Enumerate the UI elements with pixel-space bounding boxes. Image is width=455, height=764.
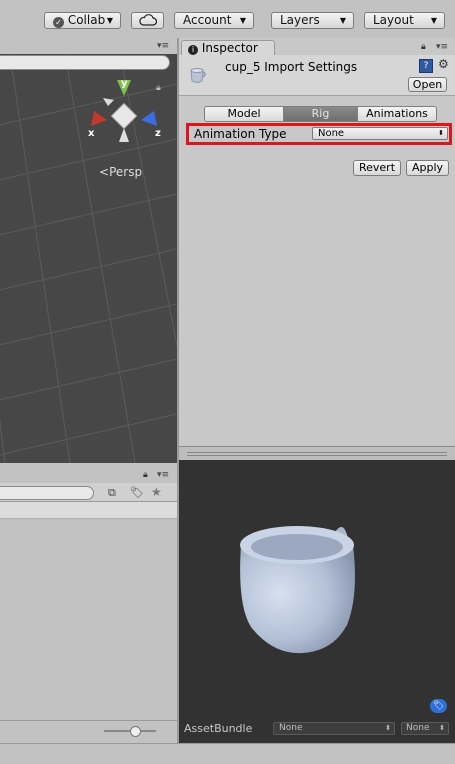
tab-model[interactable]: Model	[204, 106, 284, 122]
project-content-area[interactable]	[0, 519, 177, 719]
cloud-icon	[138, 14, 157, 26]
variant-value: None	[406, 723, 430, 733]
gizmo-x-label: x	[88, 128, 95, 139]
asset-title: cup_5 Import Settings	[225, 60, 358, 74]
check-icon: ✓	[53, 17, 64, 28]
panel-menu-icon[interactable]: ▾≡	[157, 470, 169, 480]
favorites-star-icon[interactable]: ★	[151, 485, 162, 499]
lock-icon[interactable]: 🔒︎	[143, 470, 148, 480]
animation-type-label: Animation Type	[194, 127, 287, 141]
open-button-label: Open	[412, 78, 443, 91]
lock-icon[interactable]: 🔒︎	[156, 83, 161, 93]
tab-inspector[interactable]: i Inspector	[181, 40, 275, 56]
preview-resize-bar[interactable]	[179, 446, 455, 461]
tag-icon[interactable]: 🏷︎	[430, 699, 447, 713]
revert-button-label: Revert	[358, 161, 396, 174]
tab-animations-label: Animations	[366, 107, 428, 120]
gear-icon[interactable]: ⚙	[438, 57, 449, 71]
gizmo-y-label: y	[121, 78, 128, 89]
filter-by-type-icon[interactable]: ⧉	[108, 486, 116, 500]
gizmo-z-label: z	[155, 128, 161, 139]
assetbundle-dropdown[interactable]: None ⬍	[273, 722, 395, 735]
layout-dropdown[interactable]: Layout ▼	[364, 12, 445, 29]
account-label: Account	[183, 13, 232, 27]
assetbundle-value: None	[279, 723, 303, 733]
tab-rig-label: Rig	[311, 107, 330, 120]
tab-model-label: Model	[227, 107, 261, 120]
tab-rig[interactable]: Rig	[283, 106, 358, 122]
collab-label: Collab	[67, 13, 106, 27]
cloud-button[interactable]	[131, 12, 164, 29]
animation-type-dropdown[interactable]: None ⬍	[312, 127, 448, 140]
project-search-field[interactable]	[0, 486, 94, 500]
layers-dropdown[interactable]: Layers ▼	[271, 12, 354, 29]
apply-button-label: Apply	[411, 161, 444, 174]
model-preview[interactable]: 🏷︎ AssetBundle None ⬍ None ⬍	[179, 460, 455, 743]
scene-tab-bar: ▾≡	[0, 38, 177, 54]
dropdown-arrows-icon: ⬍	[385, 724, 391, 732]
cup-model-render	[240, 526, 355, 654]
grip-line	[187, 455, 447, 456]
layers-label: Layers	[280, 13, 320, 27]
project-breadcrumb-row	[0, 502, 177, 519]
layout-label: Layout	[373, 13, 414, 27]
scene-search-field[interactable]	[0, 55, 170, 70]
inspector-panel	[179, 38, 455, 446]
help-book-icon[interactable]: ?	[419, 59, 433, 73]
account-dropdown[interactable]: Account ▼	[174, 12, 254, 29]
persp-text: Persp	[109, 165, 143, 179]
dropdown-arrows-icon: ⬍	[438, 129, 444, 137]
collab-button[interactable]: ✓ Collab ▼	[44, 12, 121, 29]
top-toolbar: ✓ Collab ▼ Account ▼ Layers ▼ Layout ▼	[0, 0, 455, 39]
icon-size-slider-thumb[interactable]	[130, 726, 141, 737]
dropdown-arrow-icon: ▼	[239, 16, 246, 25]
dropdown-arrow-icon: ▼	[339, 16, 346, 25]
dropdown-arrows-icon: ⬍	[439, 724, 445, 732]
persp-label[interactable]: <Persp	[99, 165, 142, 179]
project-panel-header: 🔒︎ ▾≡	[0, 467, 177, 483]
cup-asset-icon	[190, 68, 206, 83]
open-button[interactable]: Open	[408, 77, 447, 92]
lock-icon[interactable]: 🔒︎	[421, 42, 426, 52]
revert-button[interactable]: Revert	[353, 160, 401, 176]
inspector-header: cup_5 Import Settings ? ⚙ Open	[179, 55, 455, 96]
dropdown-arrow-icon: ▼	[106, 16, 113, 25]
animation-type-value: None	[318, 128, 345, 139]
status-bar	[0, 743, 455, 764]
scene-view[interactable]: y x z 🔒︎ <Persp	[0, 54, 177, 463]
panel-menu-icon[interactable]: ▾≡	[157, 41, 169, 51]
assetbundle-variant-dropdown[interactable]: None ⬍	[401, 722, 449, 735]
tab-animations[interactable]: Animations	[357, 106, 437, 122]
grip-line	[187, 452, 447, 453]
filter-by-label-icon[interactable]: 🏷︎	[130, 486, 144, 499]
panel-menu-icon[interactable]: ▾≡	[436, 42, 448, 52]
apply-button[interactable]: Apply	[406, 160, 449, 176]
dropdown-arrow-icon: ▼	[430, 16, 437, 25]
info-icon: i	[188, 45, 198, 55]
inspector-tab-label: Inspector	[201, 41, 258, 55]
assetbundle-label: AssetBundle	[184, 722, 253, 735]
project-footer	[0, 720, 177, 741]
